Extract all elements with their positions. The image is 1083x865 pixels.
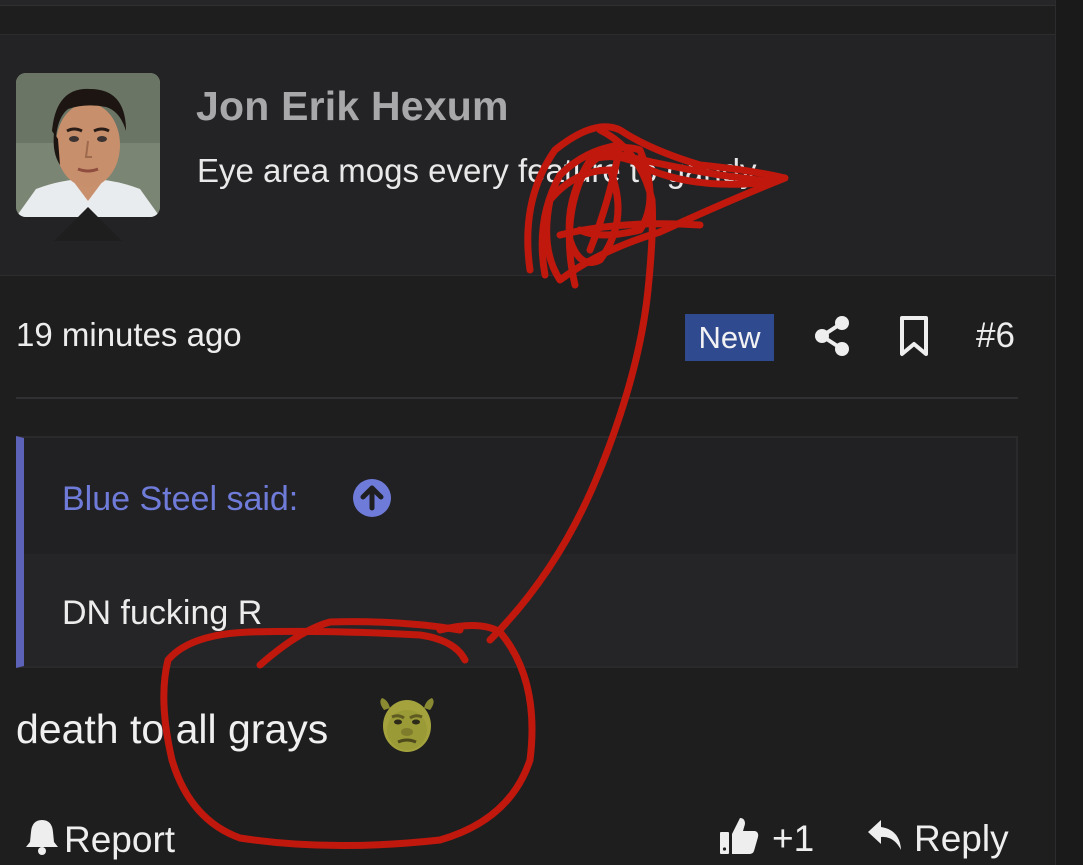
ogre-face-emoji (376, 692, 438, 754)
like-button[interactable]: +1 (718, 816, 814, 862)
new-badge: New (685, 314, 774, 361)
author-user-title: Eye area mogs every feature to gandy (197, 152, 757, 189)
quote-header: Blue Steel said: (24, 438, 1016, 554)
post-footer: Report +1 Reply (16, 812, 1018, 865)
reply-arrow-icon (866, 818, 914, 861)
arrow-up-circle-icon[interactable] (352, 478, 392, 518)
right-rail (1055, 0, 1083, 865)
report-label: Report (64, 819, 176, 860)
report-button[interactable]: Report (24, 818, 175, 862)
quote-content: DN fucking R (24, 554, 1016, 666)
avatar[interactable] (16, 73, 160, 217)
post-number-link[interactable]: #6 (976, 316, 1015, 356)
like-count: +1 (772, 818, 815, 859)
post-timestamp[interactable]: 19 minutes ago (16, 316, 242, 354)
quote-author-link[interactable]: Blue Steel said: (62, 480, 298, 519)
meta-divider (16, 397, 1018, 399)
quote-text: DN fucking R (62, 594, 263, 632)
post-author-card: Jon Erik Hexum Eye area mogs every featu… (0, 34, 1055, 276)
author-name[interactable]: Jon Erik Hexum (196, 83, 509, 130)
quote-block: Blue Steel said: DN fucking R (16, 436, 1018, 668)
bell-icon (24, 816, 64, 865)
reply-label: Reply (914, 818, 1009, 859)
thumbs-up-icon (718, 814, 772, 865)
avatar-photo (16, 73, 160, 217)
post-body-text: death to all grays (16, 706, 329, 752)
reply-button[interactable]: Reply (866, 816, 1009, 862)
author-card-caret (54, 207, 122, 241)
bookmark-icon[interactable] (896, 314, 932, 358)
post-meta-row: 19 minutes ago New #6 (16, 306, 1018, 366)
top-bar (0, 0, 1055, 6)
share-icon[interactable] (812, 314, 852, 358)
